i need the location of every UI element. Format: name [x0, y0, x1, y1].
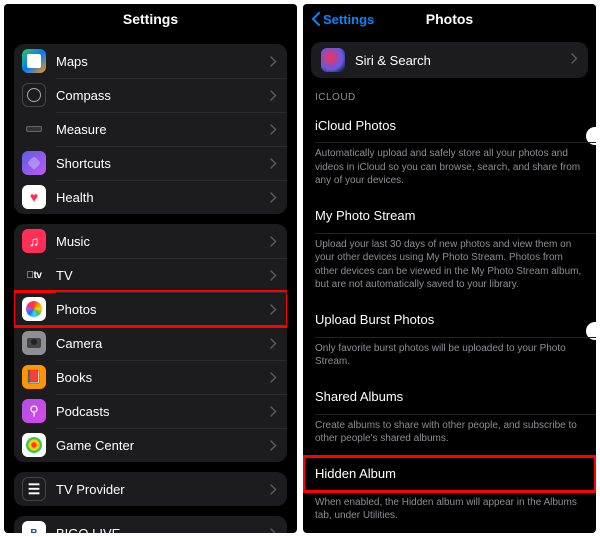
bigo-icon: B	[22, 521, 46, 533]
shared-albums-row: Shared Albums	[303, 379, 596, 415]
sidebar-item-compass[interactable]: Compass	[14, 78, 287, 112]
setting-label: My Photo Stream	[315, 208, 415, 223]
nav-header: Settings Photos	[303, 4, 596, 34]
settings-group: Maps Compass Measure Shortcuts ♥ Health	[14, 44, 287, 214]
photos-settings-screen: Settings Photos Siri & Search ICLOUD iCl…	[303, 4, 596, 533]
row-label: Podcasts	[56, 404, 270, 419]
row-label: Measure	[56, 122, 270, 137]
row-label: Game Center	[56, 438, 270, 453]
siri-icon	[321, 48, 345, 72]
chevron-right-icon	[270, 124, 277, 135]
chevron-right-icon	[270, 90, 277, 101]
health-icon: ♥	[22, 185, 46, 209]
nav-header: Settings	[4, 4, 297, 34]
settings-list[interactable]: Maps Compass Measure Shortcuts ♥ Health	[4, 34, 297, 533]
row-label: Health	[56, 190, 270, 205]
back-label: Settings	[323, 12, 374, 27]
chevron-right-icon	[270, 236, 277, 247]
page-title: Photos	[426, 11, 473, 27]
chevron-right-icon	[270, 56, 277, 67]
sidebar-item-books[interactable]: 📕 Books	[14, 360, 287, 394]
compass-icon	[22, 83, 46, 107]
sidebar-item-podcasts[interactable]: ⚲ Podcasts	[14, 394, 287, 428]
row-label: Shortcuts	[56, 156, 270, 171]
hidden-album-row: Hidden Album	[303, 456, 596, 492]
sidebar-item-photos[interactable]: Photos	[14, 292, 287, 326]
maps-icon	[22, 49, 46, 73]
section-header-icloud: ICLOUD	[315, 92, 584, 103]
chevron-right-icon	[270, 192, 277, 203]
chevron-right-icon	[270, 528, 277, 534]
sidebar-item-camera[interactable]: Camera	[14, 326, 287, 360]
row-label: TV	[56, 268, 270, 283]
row-label: BIGO LIVE	[56, 526, 270, 534]
my-photo-stream-row: My Photo Stream	[303, 198, 596, 234]
settings-screen: Settings Maps Compass Measure Shortcuts	[4, 4, 297, 533]
chevron-right-icon	[270, 158, 277, 169]
music-icon: ♫	[22, 229, 46, 253]
podcasts-icon: ⚲	[22, 399, 46, 423]
row-label: Books	[56, 370, 270, 385]
sidebar-item-measure[interactable]: Measure	[14, 112, 287, 146]
sidebar-item-music[interactable]: ♫ Music	[14, 224, 287, 258]
row-label: TV Provider	[56, 482, 270, 497]
setting-footer: Upload your last 30 days of new photos a…	[303, 234, 596, 302]
siri-search-row[interactable]: Siri & Search	[311, 42, 588, 78]
sidebar-item-bigo[interactable]: B BIGO LIVE	[14, 516, 287, 533]
sidebar-item-tvprovider[interactable]: ☰ TV Provider	[14, 472, 287, 506]
books-icon: 📕	[22, 365, 46, 389]
chevron-right-icon	[270, 406, 277, 417]
chevron-left-icon	[311, 12, 321, 26]
row-label: Maps	[56, 54, 270, 69]
page-title: Settings	[123, 11, 178, 27]
setting-label: Upload Burst Photos	[315, 312, 434, 327]
setting-label: Hidden Album	[315, 466, 396, 481]
row-label: Music	[56, 234, 270, 249]
chevron-right-icon	[571, 51, 578, 69]
tv-icon: tv	[22, 263, 46, 287]
camera-icon	[22, 331, 46, 355]
chevron-right-icon	[270, 484, 277, 495]
gamecenter-icon	[22, 433, 46, 457]
icloud-photos-row: iCloud Photos	[303, 107, 596, 143]
sidebar-item-tv[interactable]: tv TV	[14, 258, 287, 292]
tvprovider-icon: ☰	[22, 477, 46, 501]
sidebar-item-gamecenter[interactable]: Game Center	[14, 428, 287, 462]
shortcuts-icon	[22, 151, 46, 175]
setting-label: iCloud Photos	[315, 118, 396, 133]
chevron-right-icon	[270, 338, 277, 349]
setting-footer: When enabled, the Hidden album will appe…	[303, 492, 596, 533]
row-label: Compass	[56, 88, 270, 103]
row-label: Siri & Search	[355, 53, 571, 68]
setting-label: Shared Albums	[315, 389, 403, 404]
chevron-right-icon	[270, 372, 277, 383]
sidebar-item-maps[interactable]: Maps	[14, 44, 287, 78]
setting-footer: Create albums to share with other people…	[303, 415, 596, 456]
settings-group: B BIGO LIVE	[14, 516, 287, 533]
measure-icon	[22, 117, 46, 141]
sidebar-item-shortcuts[interactable]: Shortcuts	[14, 146, 287, 180]
chevron-right-icon	[270, 270, 277, 281]
settings-group: ☰ TV Provider	[14, 472, 287, 506]
back-button[interactable]: Settings	[311, 12, 374, 27]
chevron-right-icon	[270, 304, 277, 315]
chevron-right-icon	[270, 440, 277, 451]
row-label: Photos	[56, 302, 270, 317]
settings-group: ♫ Music tv TV Photos Camera 📕 Bo	[14, 224, 287, 462]
setting-footer: Automatically upload and safely store al…	[303, 143, 596, 198]
upload-burst-row: Upload Burst Photos	[303, 302, 596, 338]
row-label: Camera	[56, 336, 270, 351]
photos-icon	[22, 297, 46, 321]
setting-footer: Only favorite burst photos will be uploa…	[303, 338, 596, 379]
sidebar-item-health[interactable]: ♥ Health	[14, 180, 287, 214]
